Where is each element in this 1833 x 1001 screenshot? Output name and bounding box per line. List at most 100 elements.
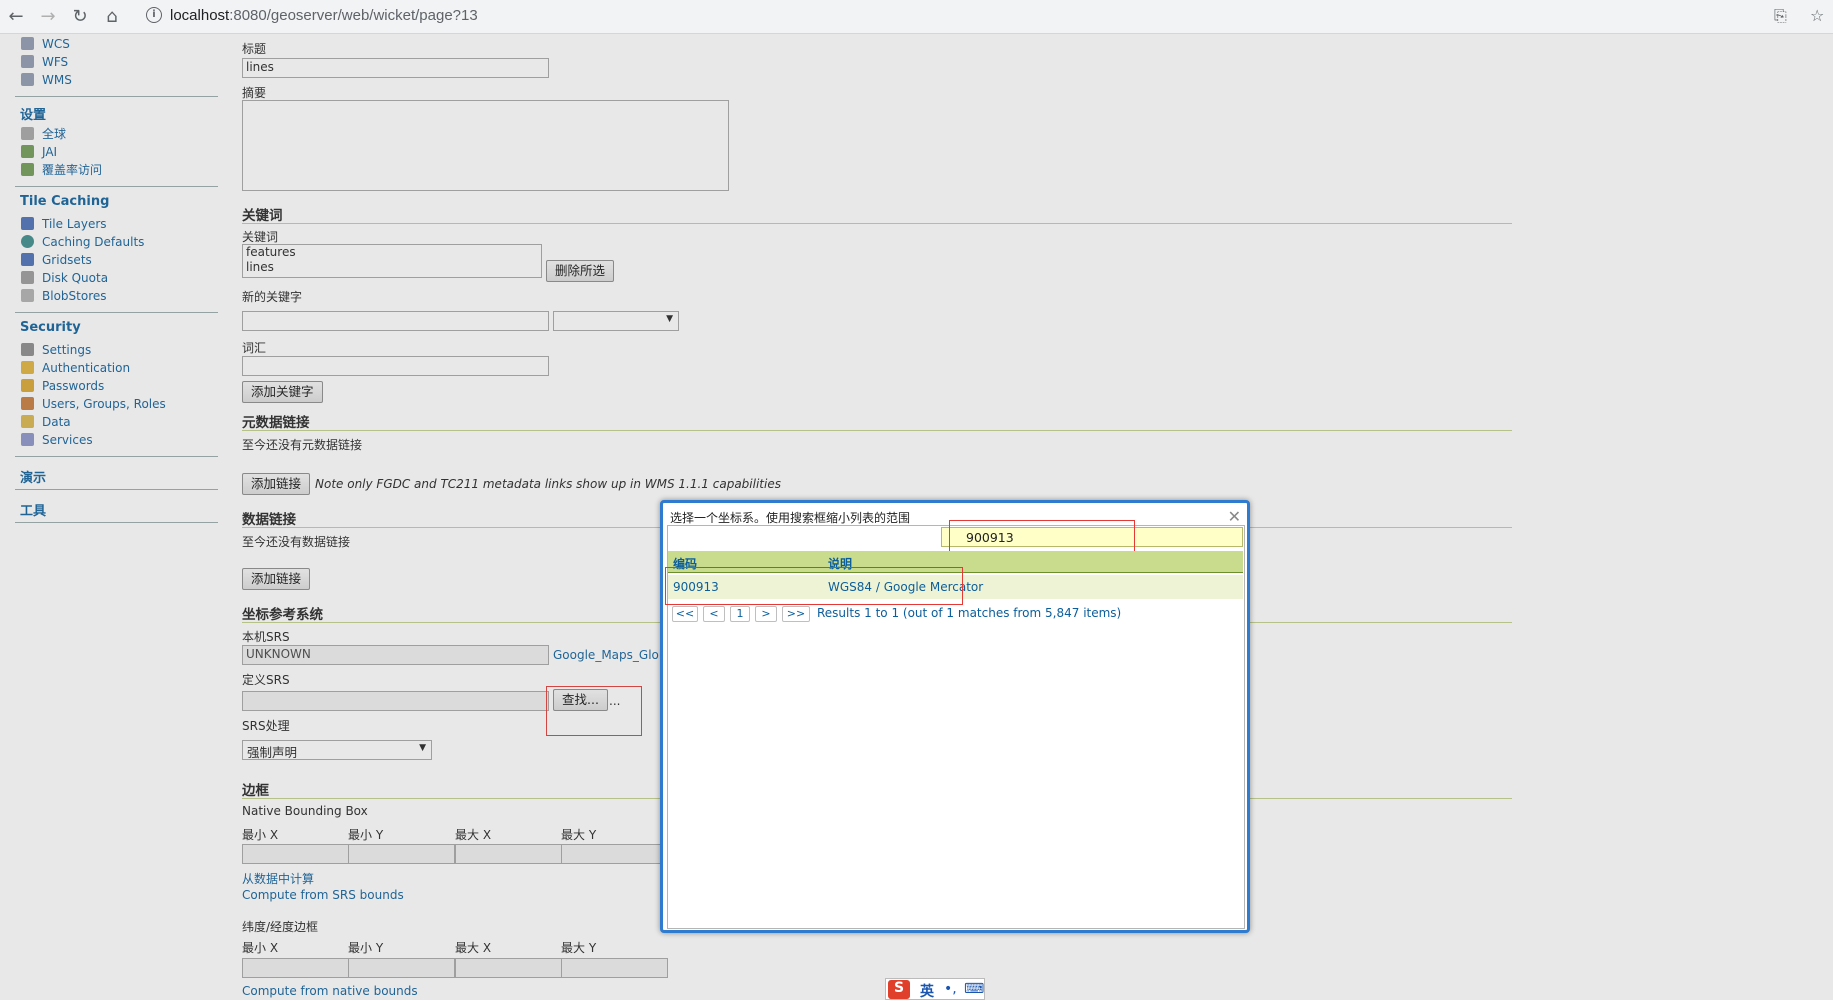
pager-prev-button[interactable]: < [703,606,725,622]
sidebar-item-data-security[interactable]: Data [21,414,71,430]
sidebar-item-security-settings[interactable]: Settings [21,342,91,358]
declared-srs-input[interactable] [242,691,549,711]
reload-icon[interactable]: ↻ [68,5,92,29]
pager-page-button[interactable]: 1 [730,606,750,622]
service-icon [21,73,34,86]
sidebar-header-settings: 设置 [20,108,47,123]
srs-handling-label: SRS处理 [242,719,290,733]
url-text[interactable]: localhost:8080/geoserver/web/wicket/page… [170,7,478,24]
keyword-item[interactable]: lines [246,260,538,275]
bookmark-star-icon[interactable]: ☆ [1810,6,1824,25]
sidebar-item-users-groups-roles[interactable]: Users, Groups, Roles [21,396,166,412]
vocabulary-label: 词汇 [242,341,267,355]
bbox-section-title: 边框 [242,783,269,799]
sidebar-header-tools[interactable]: 工具 [20,500,46,519]
data-links-section-title: 数据链接 [242,512,296,528]
service-icon [21,55,34,68]
sidebar-item-caching-defaults[interactable]: Caching Defaults [21,234,144,250]
compute-from-native-link[interactable]: Compute from native bounds [242,984,418,998]
latlon-minx-input[interactable] [242,958,349,978]
native-srs-link[interactable]: Google_Maps_Globa [553,648,674,662]
native-srs-input: UNKNOWN [242,645,549,665]
dialog-content: 选择一个坐标系。使用搜索框缩小列表的范围 ✕ 900913 编码 说明 9009… [665,507,1245,929]
declared-srs-label: 定义SRS [242,673,290,687]
latlon-bbox-label: 纬度/经度边框 [242,920,319,934]
section-divider [242,223,1512,224]
sidebar-item-tile-layers[interactable]: Tile Layers [21,216,107,232]
native-miny-label: 最小 Y [348,828,384,842]
services-icon [21,433,34,446]
disk-icon [21,271,34,284]
ime-logo-icon: S [888,980,910,999]
sidebar-header-tile-caching: Tile Caching [20,194,110,209]
latlon-miny-input[interactable] [348,958,455,978]
keyword-item[interactable]: features [246,245,538,260]
ime-language-toggle[interactable]: 英 [920,981,934,1001]
latlon-miny-label: 最小 Y [348,941,384,955]
service-icon [21,37,34,50]
keyboard-icon[interactable]: ⌨ [964,981,984,997]
forward-icon[interactable]: → [36,5,60,29]
add-keyword-button[interactable]: 添加关键字 [242,381,323,403]
native-srs-label: 本机SRS [242,630,290,644]
latlon-maxy-input[interactable] [561,958,668,978]
metadata-note: Note only FGDC and TC211 metadata links … [315,477,781,491]
compute-from-data-link[interactable]: 从数据中计算 [242,870,314,887]
keyword-language-select[interactable]: ▼ [553,311,679,331]
sidebar-header-demos[interactable]: 演示 [20,467,46,486]
back-icon[interactable]: ← [4,5,28,29]
add-metadata-link-button[interactable]: 添加链接 [242,473,311,495]
sidebar-item-wms[interactable]: WMS [21,72,72,88]
home-icon[interactable]: ⌂ [100,5,124,29]
sidebar-item-wfs[interactable]: WFS [21,54,68,70]
native-maxy-label: 最大 Y [561,828,597,842]
no-data-links-text: 至今还没有数据链接 [242,535,351,549]
metadata-links-section-title: 元数据链接 [242,415,310,431]
translate-icon[interactable]: ⎘ [1774,6,1787,26]
ime-punctuation-toggle[interactable]: •, [944,981,957,997]
ime-toolbar[interactable]: S 英 •, ⌨ [885,978,985,1000]
latlon-maxx-input[interactable] [455,958,562,978]
title-input[interactable]: lines [242,58,549,78]
sidebar-item-jai[interactable]: JAI [21,144,57,160]
close-icon[interactable]: ✕ [1228,507,1241,526]
keywords-list[interactable]: features lines [242,244,542,278]
native-maxx-input[interactable] [455,844,562,864]
title-label: 标题 [242,42,267,56]
sidebar-item-disk-quota[interactable]: Disk Quota [21,270,108,286]
compute-from-srs-link[interactable]: Compute from SRS bounds [242,888,404,902]
grid-icon [21,217,34,230]
sidebar-item-gridsets[interactable]: Gridsets [21,252,92,268]
delete-selected-button[interactable]: 删除所选 [546,260,615,282]
sidebar-item-authentication[interactable]: Authentication [21,360,130,376]
sidebar-item-passwords[interactable]: Passwords [21,378,104,394]
data-icon [21,415,34,428]
srs-handling-select[interactable]: 强制声明 ▼ [242,740,432,760]
native-minx-input[interactable] [242,844,349,864]
native-bbox-label: Native Bounding Box [242,804,368,818]
section-divider [242,430,1512,431]
add-data-link-button[interactable]: 添加链接 [242,568,311,590]
native-miny-input[interactable] [348,844,455,864]
sidebar-item-blobstores[interactable]: BlobStores [21,288,107,304]
sidebar-item-global[interactable]: 全球 [21,126,66,142]
srs-chooser-dialog: 选择一个坐标系。使用搜索框缩小列表的范围 ✕ 900913 编码 说明 9009… [660,500,1250,933]
abstract-textarea[interactable] [242,100,729,191]
sidebar-header-security: Security [20,320,81,335]
vocabulary-input[interactable] [242,356,549,376]
info-icon[interactable]: i [146,7,162,23]
pager-last-button[interactable]: >> [782,606,810,622]
sidebar-item-coverage-access[interactable]: 覆盖率访问 [21,162,102,178]
image-icon [21,145,34,158]
latlon-maxx-label: 最大 X [455,941,492,955]
dialog-title: 选择一个坐标系。使用搜索框缩小列表的范围 [670,511,911,525]
latlon-maxy-label: 最大 Y [561,941,597,955]
sidebar-item-services-security[interactable]: Services [21,432,93,448]
pager-first-button[interactable]: << [672,606,698,622]
new-keyword-input[interactable] [242,311,549,331]
highlight-box [665,567,963,605]
sidebar-item-wcs[interactable]: WCS [21,36,70,52]
latlon-minx-label: 最小 X [242,941,279,955]
pager-next-button[interactable]: > [755,606,777,622]
native-maxy-input[interactable] [561,844,668,864]
